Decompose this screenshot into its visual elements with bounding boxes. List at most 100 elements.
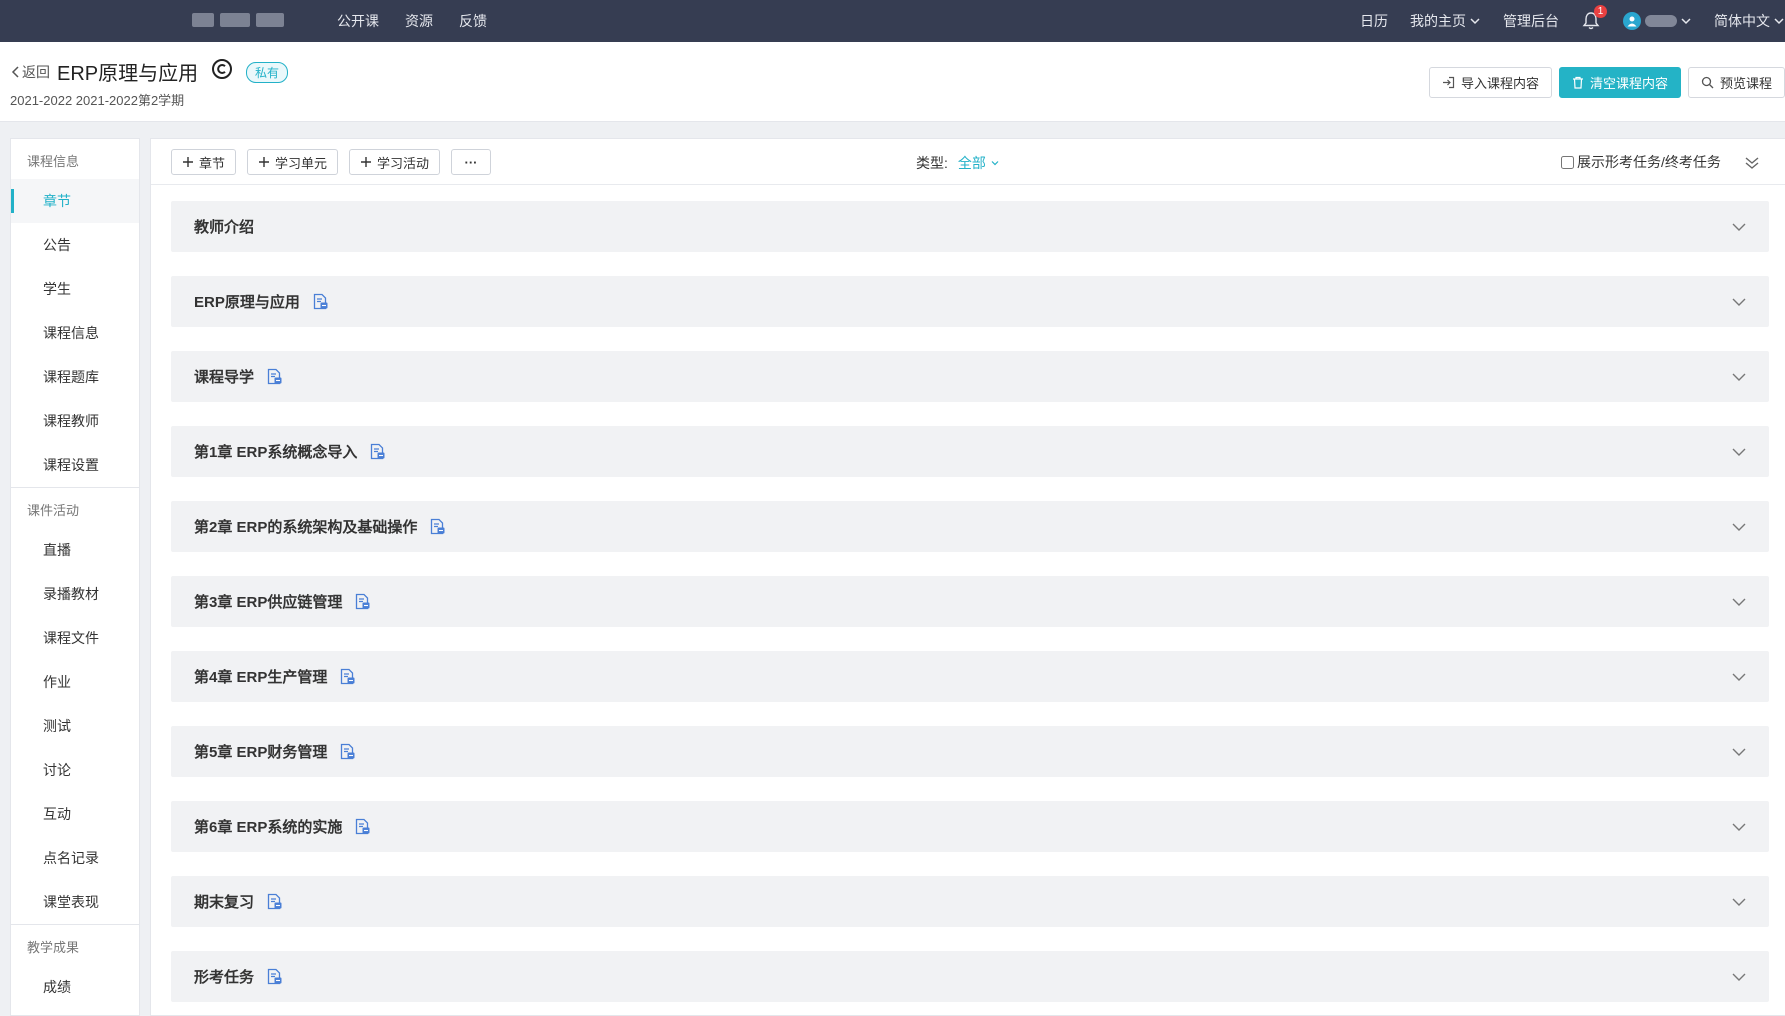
- document-icon[interactable]: [266, 893, 283, 910]
- language-label: 简体中文: [1714, 13, 1770, 29]
- chevron-down-icon[interactable]: [1731, 745, 1747, 759]
- chapter-title: 第6章 ERP系统的实施: [194, 819, 343, 836]
- add-unit-button[interactable]: 学习单元: [247, 149, 339, 175]
- user-icon: [1627, 16, 1637, 27]
- chevron-down-icon[interactable]: [1731, 520, 1747, 534]
- chevron-down-icon[interactable]: [1731, 220, 1747, 234]
- chapter-row[interactable]: ERP原理与应用: [171, 276, 1769, 327]
- chapter-row[interactable]: 第6章 ERP系统的实施: [171, 801, 1769, 852]
- back-label: 返回: [22, 64, 50, 80]
- nav-admin[interactable]: 管理后台: [1503, 11, 1559, 31]
- chevron-down-icon[interactable]: [1731, 670, 1747, 684]
- back-button[interactable]: 返回: [10, 62, 50, 82]
- show-tasks-toggle[interactable]: 展示形考任务/终考任务: [1561, 152, 1721, 172]
- document-icon[interactable]: [266, 368, 283, 385]
- sidebar-item-students[interactable]: 学生: [11, 267, 139, 311]
- chapter-row[interactable]: 教师介绍: [171, 201, 1769, 252]
- sidebar-item-interaction[interactable]: 互动: [11, 792, 139, 836]
- nav-calendar[interactable]: 日历: [1360, 11, 1388, 31]
- sidebar-item-chapters[interactable]: 章节: [11, 179, 139, 223]
- preview-course-label: 预览课程: [1719, 76, 1772, 91]
- chapter-title: 教师介绍: [194, 219, 255, 236]
- chevron-down-icon[interactable]: [1731, 820, 1747, 834]
- sidebar-item-grades[interactable]: 成绩: [11, 965, 139, 1009]
- chapter-row[interactable]: 第3章 ERP供应链管理: [171, 576, 1769, 627]
- sidebar-item-homework[interactable]: 作业: [11, 660, 139, 704]
- plus-icon: [183, 157, 193, 167]
- language-select[interactable]: 简体中文: [1714, 11, 1785, 31]
- document-icon[interactable]: [354, 818, 371, 835]
- site-logo[interactable]: [192, 10, 312, 30]
- sidebar-item-discussion[interactable]: 讨论: [11, 748, 139, 792]
- more-button[interactable]: ···: [451, 149, 491, 175]
- document-icon[interactable]: [312, 293, 329, 310]
- nav-links: 公开课 资源 反馈: [337, 0, 487, 42]
- nav-link-resources[interactable]: 资源: [405, 11, 433, 31]
- chapter-row[interactable]: 期末复习: [171, 876, 1769, 927]
- add-chapter-button[interactable]: 章节: [171, 149, 237, 175]
- sidebar-item-tests[interactable]: 测试: [11, 704, 139, 748]
- sidebar-item-files[interactable]: 课程文件: [11, 616, 139, 660]
- avatar: [1623, 12, 1641, 30]
- chapter-list: 教师介绍 ERP原理与应用课程导学第1章 ERP系统概念导入 第2章 ERP的系统架…: [171, 201, 1769, 1015]
- chevron-down-icon[interactable]: [1731, 595, 1747, 609]
- clear-content-button[interactable]: 清空课程内容: [1558, 67, 1681, 98]
- header-actions: 导入课程内容 清空课程内容 预览课程: [1428, 67, 1785, 98]
- chevron-down-icon[interactable]: [1731, 970, 1747, 984]
- chapter-row[interactable]: 第4章 ERP生产管理: [171, 651, 1769, 702]
- import-content-button[interactable]: 导入课程内容: [1428, 67, 1552, 98]
- preview-course-button[interactable]: 预览课程: [1687, 67, 1785, 98]
- notification-badge: 1: [1594, 5, 1607, 18]
- sidebar: 课程信息 章节 公告 学生 课程信息 课程题库 课程教师 课程设置 课件活动 直…: [10, 138, 140, 1016]
- collapse-all-icon[interactable]: [1742, 153, 1762, 173]
- chapter-title: 课程导学: [194, 369, 255, 386]
- sidebar-item-course-info[interactable]: 课程信息: [11, 311, 139, 355]
- document-icon[interactable]: [429, 518, 446, 535]
- sidebar-item-teachers[interactable]: 课程教师: [11, 399, 139, 443]
- chevron-down-icon: [1681, 18, 1691, 25]
- plus-icon: [259, 157, 269, 167]
- document-icon[interactable]: [369, 443, 386, 460]
- chevron-down-icon[interactable]: [1731, 295, 1747, 309]
- sidebar-item-live[interactable]: 直播: [11, 528, 139, 572]
- chapter-title: 第3章 ERP供应链管理: [194, 594, 343, 611]
- sidebar-item-performance[interactable]: 课堂表现: [11, 880, 139, 924]
- nav-right: 日历 我的主页 管理后台 1 简体中文: [1338, 0, 1785, 42]
- user-menu[interactable]: [1623, 12, 1692, 30]
- import-content-label: 导入课程内容: [1460, 76, 1539, 91]
- chapter-row[interactable]: 第5章 ERP财务管理: [171, 726, 1769, 777]
- top-nav-bar: 公开课 资源 反馈 日历 我的主页 管理后台 1 简体中文: [0, 0, 1785, 42]
- type-value: 全部: [957, 155, 986, 171]
- nav-my-home[interactable]: 我的主页: [1410, 11, 1481, 31]
- document-icon[interactable]: [339, 743, 356, 760]
- chapter-title: 第5章 ERP财务管理: [194, 744, 328, 761]
- chapter-row[interactable]: 第2章 ERP的系统架构及基础操作: [171, 501, 1769, 552]
- chevron-down-icon[interactable]: [1731, 895, 1747, 909]
- sidebar-group-title: 教学成果: [27, 940, 80, 955]
- nav-link-feedback[interactable]: 反馈: [459, 11, 487, 31]
- chevron-down-icon[interactable]: [1731, 370, 1747, 384]
- sidebar-item-question-bank[interactable]: 课程题库: [11, 355, 139, 399]
- nav-link-open-course[interactable]: 公开课: [337, 11, 379, 31]
- chapter-row[interactable]: 形考任务: [171, 951, 1769, 1002]
- page-title: ERP原理与应用: [57, 63, 199, 85]
- clear-content-label: 清空课程内容: [1589, 76, 1668, 91]
- chapter-row[interactable]: 课程导学: [171, 351, 1769, 402]
- add-activity-button[interactable]: 学习活动: [349, 149, 441, 175]
- document-icon[interactable]: [354, 593, 371, 610]
- show-tasks-label: 展示形考任务/终考任务: [1577, 154, 1721, 170]
- sidebar-item-settings[interactable]: 课程设置: [11, 443, 139, 487]
- document-icon[interactable]: [339, 668, 356, 685]
- chevron-down-icon[interactable]: [1731, 445, 1747, 459]
- sidebar-item-roll-call[interactable]: 点名记录: [11, 836, 139, 880]
- type-filter: 类型: 全部: [916, 153, 1000, 173]
- sidebar-item-announcements[interactable]: 公告: [11, 223, 139, 267]
- chapter-row[interactable]: 第1章 ERP系统概念导入: [171, 426, 1769, 477]
- document-icon[interactable]: [266, 968, 283, 985]
- type-select[interactable]: 全部: [958, 153, 1000, 173]
- course-header: 返回 ERP原理与应用 私有 2021-2022 2021-2022第2学期 导…: [0, 42, 1785, 122]
- sidebar-item-recorded[interactable]: 录播教材: [11, 572, 139, 616]
- notification-bell[interactable]: 1: [1581, 5, 1607, 31]
- search-icon: [1701, 76, 1714, 89]
- show-tasks-checkbox[interactable]: [1561, 155, 1574, 169]
